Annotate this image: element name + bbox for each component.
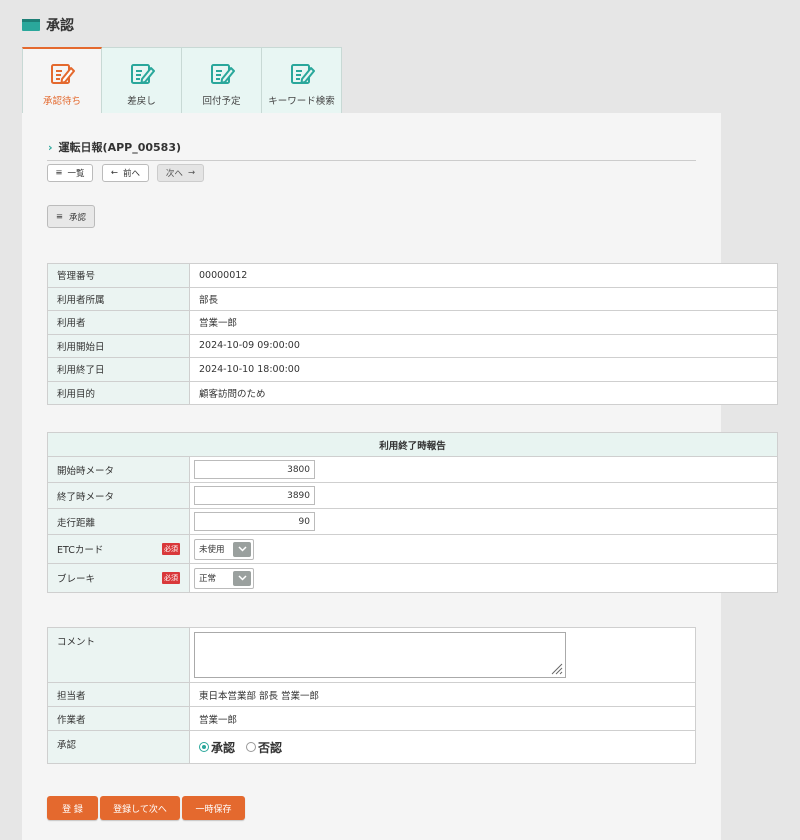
table-row: 担当者 東日本営業部 部長 営業一郎 xyxy=(47,682,696,707)
decision-label: 承認 xyxy=(47,730,190,764)
chevron-down-icon xyxy=(233,570,251,586)
table-row: 承認 承認 否認 xyxy=(47,730,696,764)
record-title: › 運転日報(APP_00583) xyxy=(48,139,181,155)
table-row: 開始時メータ xyxy=(47,456,778,483)
brake-select[interactable]: 正常 xyxy=(194,567,254,589)
table-row: 利用開始日 2024-10-09 09:00:00 xyxy=(47,333,778,358)
end-meter-input[interactable] xyxy=(194,486,315,505)
table-row: 走行距離 xyxy=(47,508,778,535)
table-row: 利用終了日 2024-10-10 18:00:00 xyxy=(47,357,778,382)
radio-unchecked-icon xyxy=(246,742,257,752)
page-title: 承認 xyxy=(46,18,74,34)
report-table: 利用終了時報告 開始時メータ 終了時メータ 走行距離 ETCカード 必須 未使用 xyxy=(47,432,778,593)
etc-card-value: 未使用 xyxy=(199,545,225,555)
next-button[interactable]: 次へ → xyxy=(157,164,204,182)
person-label: 担当者 xyxy=(47,682,190,707)
person-value: 東日本営業部 部長 営業一郎 xyxy=(189,682,696,707)
info-value: 00000012 xyxy=(189,263,778,288)
list-icon: ≡ xyxy=(55,168,63,178)
distance-label: 走行距離 xyxy=(47,508,190,535)
brake-label: ブレーキ xyxy=(57,574,96,585)
radio-checked-icon xyxy=(199,742,209,752)
brake-value: 正常 xyxy=(199,574,217,584)
info-label: 利用者 xyxy=(47,310,190,335)
info-label: 利用開始日 xyxy=(47,333,190,358)
approve-radio-label: 承認 xyxy=(211,740,236,755)
comment-textarea[interactable] xyxy=(194,632,566,678)
info-label: 利用目的 xyxy=(47,380,190,405)
reject-radio[interactable]: 否認 xyxy=(246,739,282,756)
info-value: 顧客訪問のため xyxy=(189,380,778,405)
arrow-left-icon: ← xyxy=(110,168,119,178)
comment-label: コメント xyxy=(47,627,190,683)
report-title: 利用終了時報告 xyxy=(47,432,778,457)
table-row: 管理番号 00000012 xyxy=(47,263,778,288)
approve-radio[interactable]: 承認 xyxy=(199,739,235,756)
tab-label: 差戻し xyxy=(127,96,156,107)
table-row: ブレーキ 必須 正常 xyxy=(47,563,778,593)
worker-value: 営業一郎 xyxy=(189,706,696,731)
record-title-text: 運転日報(APP_00583) xyxy=(58,141,182,154)
end-meter-label: 終了時メータ xyxy=(47,482,190,509)
window-icon xyxy=(22,19,40,31)
start-meter-label: 開始時メータ xyxy=(47,456,190,483)
tab-scheduled[interactable]: 回付予定 xyxy=(182,47,262,114)
edit-document-icon xyxy=(51,64,75,84)
chevron-down-icon xyxy=(233,541,251,557)
arrow-right-icon: → xyxy=(187,168,196,178)
info-label: 管理番号 xyxy=(47,263,190,288)
chevron-right-icon: › xyxy=(48,140,53,154)
next-button-label: 次へ xyxy=(165,169,183,179)
table-row: 利用目的 顧客訪問のため xyxy=(47,380,778,405)
required-badge: 必須 xyxy=(162,543,180,555)
edit-document-icon xyxy=(210,64,235,84)
info-value: 営業一郎 xyxy=(189,310,778,335)
table-row: 終了時メータ xyxy=(47,482,778,509)
tab-label: キーワード検索 xyxy=(268,96,335,107)
info-value: 2024-10-09 09:00:00 xyxy=(189,333,778,358)
reject-radio-label: 否認 xyxy=(258,740,283,755)
info-table: 管理番号 00000012 利用者所属 部長 利用者 営業一郎 利用開始日 2024-1… xyxy=(47,263,778,405)
register-next-button[interactable]: 登録して次へ xyxy=(100,796,180,820)
etc-card-select[interactable]: 未使用 xyxy=(194,538,254,560)
worker-label: 作業者 xyxy=(47,706,190,731)
menu-icon: ≡ xyxy=(55,211,64,222)
table-row: 利用者 営業一郎 xyxy=(47,310,778,335)
prev-button[interactable]: ← 前へ xyxy=(102,164,149,182)
edit-document-icon xyxy=(130,64,155,84)
table-row: ETCカード 必須 未使用 xyxy=(47,534,778,564)
edit-document-icon xyxy=(290,64,315,84)
tab-pending-approval[interactable]: 承認待ち xyxy=(22,47,102,114)
tab-label: 回付予定 xyxy=(202,96,241,107)
list-button[interactable]: ≡ 一覧 xyxy=(47,164,93,182)
info-value: 部長 xyxy=(189,286,778,311)
tab-keyword-search[interactable]: キーワード検索 xyxy=(262,47,342,114)
prev-button-label: 前へ xyxy=(123,169,141,179)
table-row: 利用者所属 部長 xyxy=(47,286,778,311)
tab-returned[interactable]: 差戻し xyxy=(102,47,182,114)
table-row: 作業者 営業一郎 xyxy=(47,706,696,731)
etc-card-label: ETCカード xyxy=(57,545,104,556)
start-meter-input[interactable] xyxy=(194,460,315,479)
list-button-label: 一覧 xyxy=(67,169,85,179)
required-badge: 必須 xyxy=(162,572,180,584)
approve-button-label: 承認 xyxy=(69,212,87,223)
approve-button[interactable]: ≡ 承認 xyxy=(47,205,95,228)
divider xyxy=(47,160,696,161)
register-button[interactable]: 登 録 xyxy=(47,796,98,820)
distance-input[interactable] xyxy=(194,512,315,531)
tab-label: 承認待ち xyxy=(42,96,81,107)
table-row: コメント xyxy=(47,627,696,683)
info-value: 2024-10-10 18:00:00 xyxy=(189,357,778,382)
info-label: 利用者所属 xyxy=(47,286,190,311)
page-header: 承認 xyxy=(22,14,74,36)
approval-table: コメント 担当者 東日本営業部 部長 営業一郎 作業者 営業一郎 承認 承認 否… xyxy=(47,627,696,764)
temp-save-button[interactable]: 一時保存 xyxy=(182,796,245,820)
tab-bar: 承認待ち 差戻し 回付予定 キーワード検索 xyxy=(22,47,342,114)
content-panel: › 運転日報(APP_00583) ≡ 一覧 ← 前へ 次へ → ≡ 承認 管理… xyxy=(22,113,778,840)
info-label: 利用終了日 xyxy=(47,357,190,382)
resize-grip-icon[interactable] xyxy=(551,663,563,675)
